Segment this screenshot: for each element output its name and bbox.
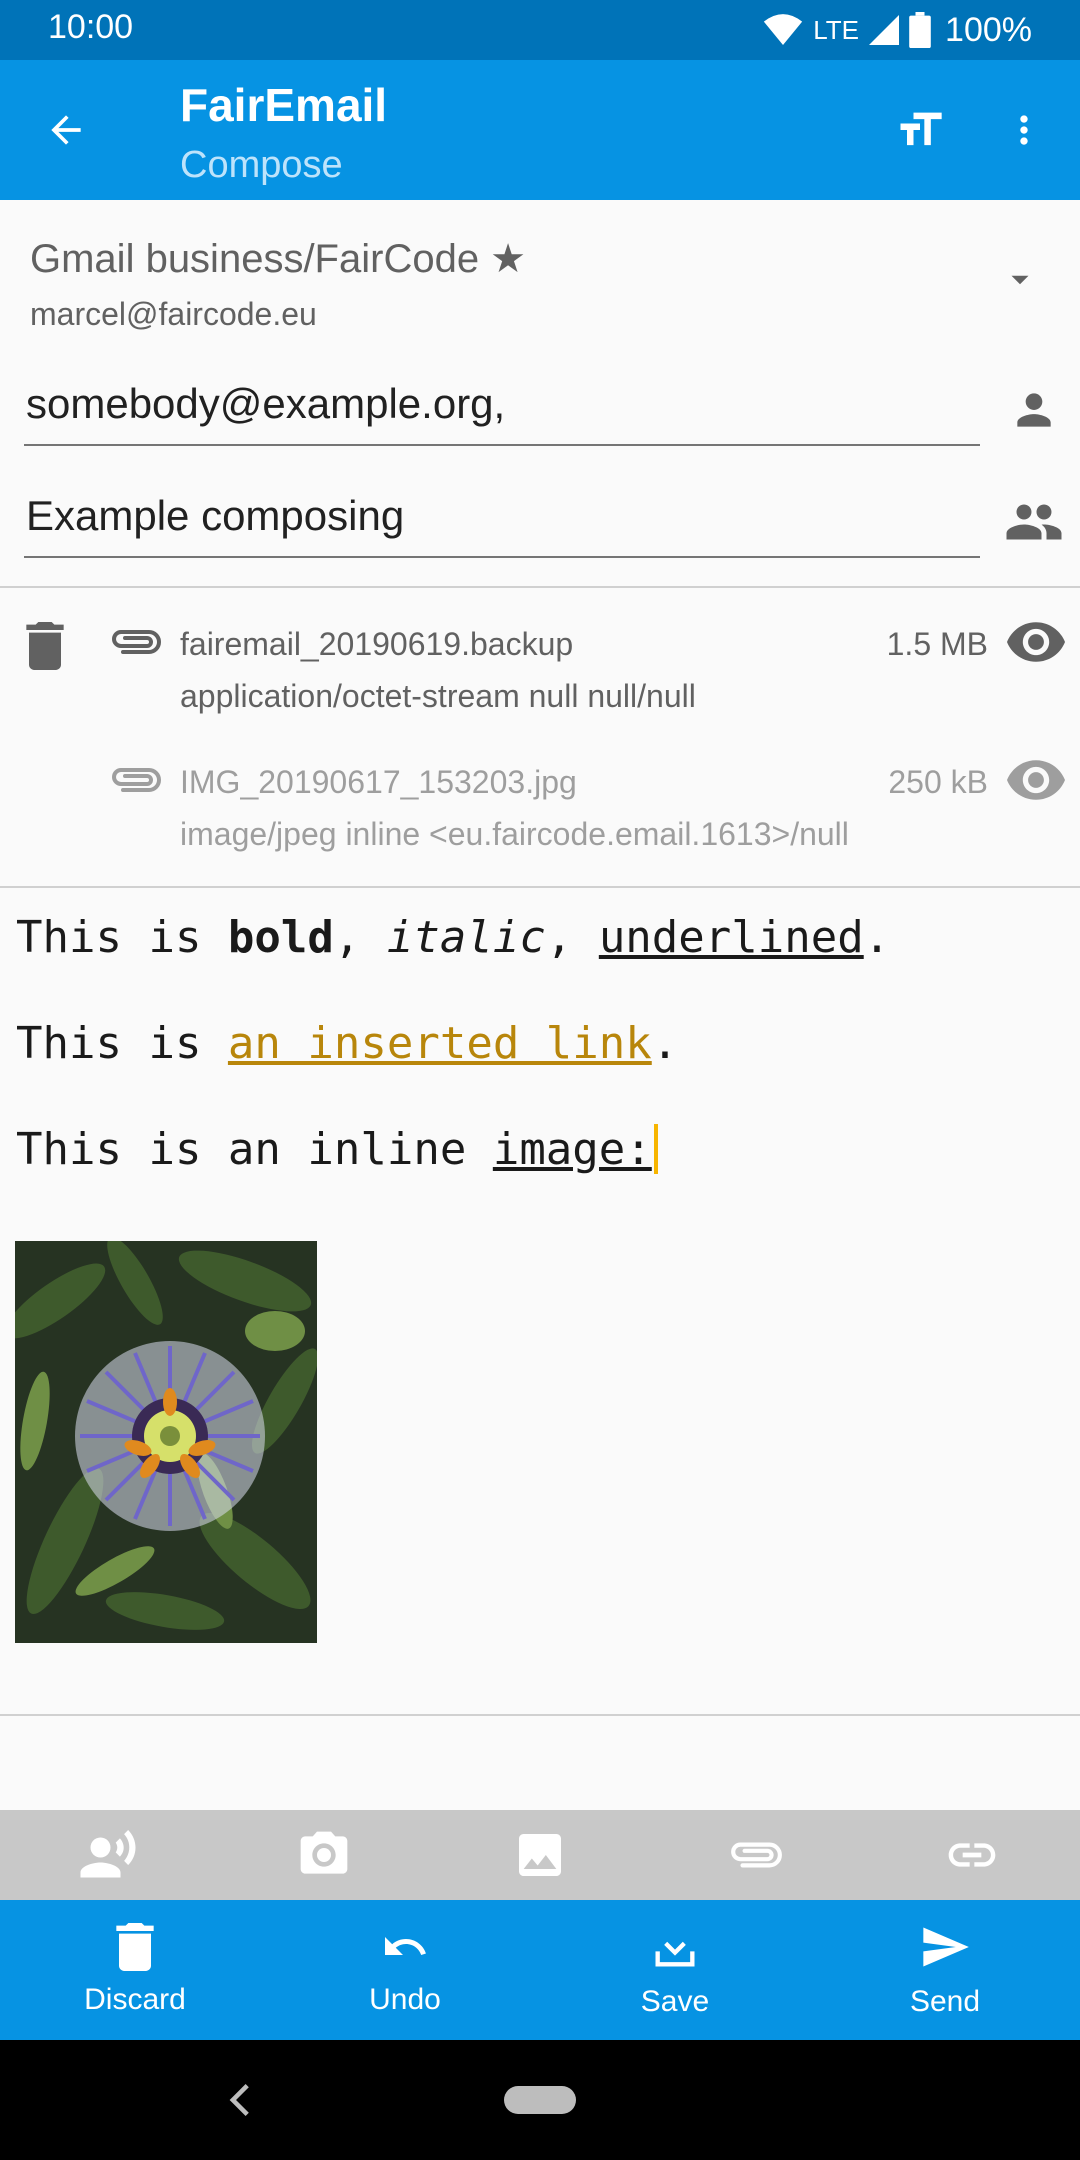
attachment-item: IMG_20190617_153203.jpg image/jpeg inlin…: [0, 742, 1080, 872]
body-line: This is bold, italic, underlined.: [16, 912, 891, 963]
body-line: This is an inline image:: [16, 1124, 658, 1175]
identity-name: Gmail business/FairCode ★: [30, 237, 527, 281]
italic-text: italic: [386, 912, 546, 963]
undo-label: Undo: [369, 1983, 441, 2016]
arrow-back-icon: [51, 115, 81, 145]
divider: [0, 886, 1080, 888]
network-type: LTE: [813, 14, 860, 45]
attachment-type: image/jpeg inline <eu.faircode.email.161…: [180, 816, 849, 852]
text-size-button[interactable]: [888, 98, 952, 162]
delete-attachment-button[interactable]: [22, 618, 68, 674]
inline-image[interactable]: [15, 1241, 317, 1643]
send-button[interactable]: Send: [810, 1900, 1080, 2040]
eye-icon[interactable]: [1006, 758, 1066, 802]
send-icon: [923, 1927, 969, 1967]
underlined-text: image:: [492, 1124, 652, 1175]
body-line: This is an inserted link.: [16, 1018, 679, 1069]
divider: [0, 586, 1080, 588]
save-button[interactable]: Save: [540, 1900, 810, 2040]
signal-icon: [869, 15, 900, 45]
status-icons: LTE 100%: [763, 8, 1032, 52]
discard-label: Discard: [84, 1983, 186, 2016]
app-subtitle: Compose: [180, 144, 343, 186]
eye-icon[interactable]: [1006, 620, 1066, 664]
compose-toolbar: [0, 1810, 1080, 1900]
insert-link-icon[interactable]: [940, 1823, 1004, 1887]
discard-button[interactable]: Discard: [0, 1900, 270, 2040]
status-bar: 10:00 LTE 100%: [0, 0, 1080, 60]
attachment-name: IMG_20190617_153203.jpg: [180, 764, 577, 800]
attachment-size: 250 kB: [888, 764, 988, 800]
status-time: 10:00: [48, 8, 134, 46]
battery-percent: 100%: [945, 10, 1032, 49]
trash-icon: [26, 622, 64, 670]
wifi-icon: [764, 14, 803, 45]
nav-back-icon[interactable]: [220, 2074, 260, 2126]
overflow-menu-button[interactable]: [1000, 98, 1048, 162]
voice-input-icon[interactable]: [76, 1823, 140, 1887]
home-pill[interactable]: [504, 2086, 576, 2114]
more-vert-icon: [1020, 115, 1028, 145]
inserted-link[interactable]: an inserted link: [228, 1018, 652, 1069]
app-bar: FairEmail Compose: [0, 60, 1080, 200]
camera-icon[interactable]: [292, 1823, 356, 1887]
undo-button[interactable]: Undo: [270, 1900, 540, 2040]
undo-icon: [385, 1937, 426, 1955]
to-field[interactable]: somebody@example.org,: [24, 380, 980, 446]
message-body-editor[interactable]: This is bold, italic, underlined. This i…: [0, 890, 1080, 1714]
back-button[interactable]: [34, 98, 98, 162]
system-navigation-bar: [0, 2040, 1080, 2160]
send-label: Send: [909, 1985, 981, 2018]
underlined-text: underlined: [598, 912, 864, 963]
divider: [0, 1714, 1080, 1716]
paperclip-icon: [108, 622, 164, 662]
subject-field[interactable]: Example composing: [24, 492, 980, 558]
contact-icon[interactable]: [1004, 380, 1064, 440]
save-download-icon: [655, 1927, 695, 1967]
image-icon[interactable]: [508, 1823, 572, 1887]
text-cursor: [653, 1124, 658, 1174]
identity-email: marcel@faircode.eu: [30, 296, 317, 332]
attachment-item: fairemail_20190619.backup application/oc…: [0, 604, 1080, 734]
app-title: FairEmail: [180, 79, 388, 131]
dropdown-arrow-icon[interactable]: [1000, 260, 1040, 300]
bold-text: bold: [227, 912, 334, 963]
attach-file-icon[interactable]: [724, 1823, 788, 1887]
paperclip-icon: [108, 760, 164, 800]
group-contacts-icon[interactable]: [1004, 492, 1064, 552]
save-label: Save: [640, 1985, 710, 2018]
attachment-size: 1.5 MB: [886, 626, 988, 662]
trash-icon: [116, 1923, 154, 1971]
bottom-action-bar: Discard Undo Save Send: [0, 1900, 1080, 2040]
attachment-type: application/octet-stream null null/null: [180, 678, 696, 714]
text-size-icon: [900, 112, 942, 146]
attachment-name: fairemail_20190619.backup: [180, 626, 574, 662]
identity-selector[interactable]: Gmail business/FairCode ★ marcel@faircod…: [0, 200, 1080, 348]
battery-icon: [909, 12, 931, 48]
